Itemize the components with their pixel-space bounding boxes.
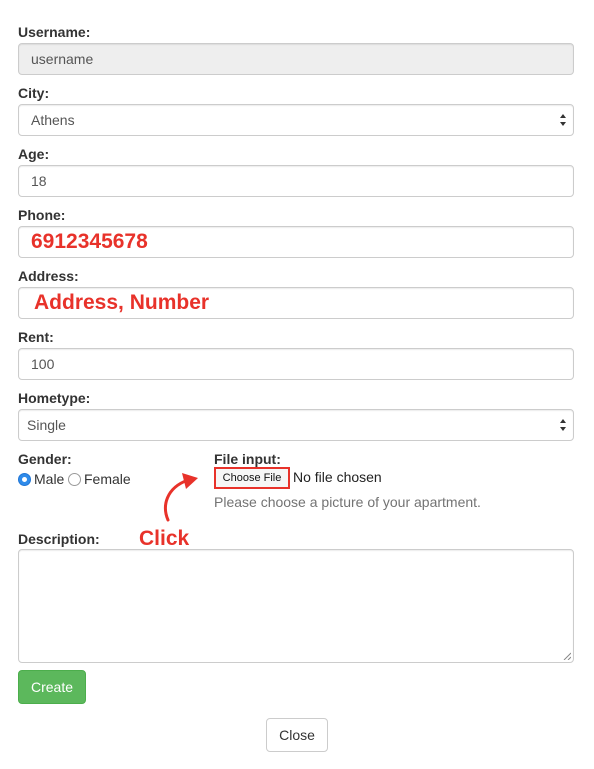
gender-male-label: Male xyxy=(34,471,65,487)
hometype-label: Hometype: xyxy=(18,390,91,406)
hometype-select-value: Single xyxy=(27,417,66,433)
address-label: Address: xyxy=(18,268,79,284)
file-help-text: Please choose a picture of your apartmen… xyxy=(214,494,481,510)
phone-label: Phone: xyxy=(18,207,66,223)
city-label: City: xyxy=(18,85,50,101)
phone-input[interactable]: 6912345678 xyxy=(18,226,574,258)
curved-arrow-icon xyxy=(164,473,198,522)
username-label: Username: xyxy=(18,24,91,40)
create-button[interactable]: Create xyxy=(18,670,86,704)
address-value: Address, Number xyxy=(34,291,210,314)
file-status-text: No file chosen xyxy=(293,469,382,485)
updown-arrows-icon xyxy=(560,419,566,431)
username-input[interactable]: username xyxy=(18,43,574,75)
updown-arrows-icon xyxy=(560,114,566,126)
close-button[interactable]: Close xyxy=(266,718,328,752)
gender-male-radio[interactable] xyxy=(18,473,31,486)
age-label: Age: xyxy=(18,146,50,162)
choose-file-button[interactable]: Choose File xyxy=(214,467,290,489)
description-label: Description: xyxy=(18,531,100,547)
click-annotation: Click xyxy=(139,527,190,550)
rent-input[interactable]: 100 xyxy=(18,348,574,380)
gender-female-label: Female xyxy=(84,471,131,487)
age-input[interactable]: 18 xyxy=(18,165,574,197)
file-input-label: File input: xyxy=(214,451,281,467)
gender-female-radio[interactable] xyxy=(68,473,81,486)
hometype-select[interactable]: Single xyxy=(18,409,574,441)
username-placeholder: username xyxy=(31,51,94,67)
address-input[interactable]: Address, Number xyxy=(18,287,574,319)
rent-value: 100 xyxy=(31,356,55,372)
city-select-value: Athens xyxy=(31,112,75,128)
phone-value: 6912345678 xyxy=(31,230,148,253)
city-select[interactable]: Athens xyxy=(18,104,574,136)
resize-handle-icon[interactable] xyxy=(563,652,571,660)
age-value: 18 xyxy=(31,173,47,189)
rent-label: Rent: xyxy=(18,329,54,345)
description-textarea[interactable] xyxy=(18,549,574,663)
gender-label: Gender: xyxy=(18,451,72,467)
